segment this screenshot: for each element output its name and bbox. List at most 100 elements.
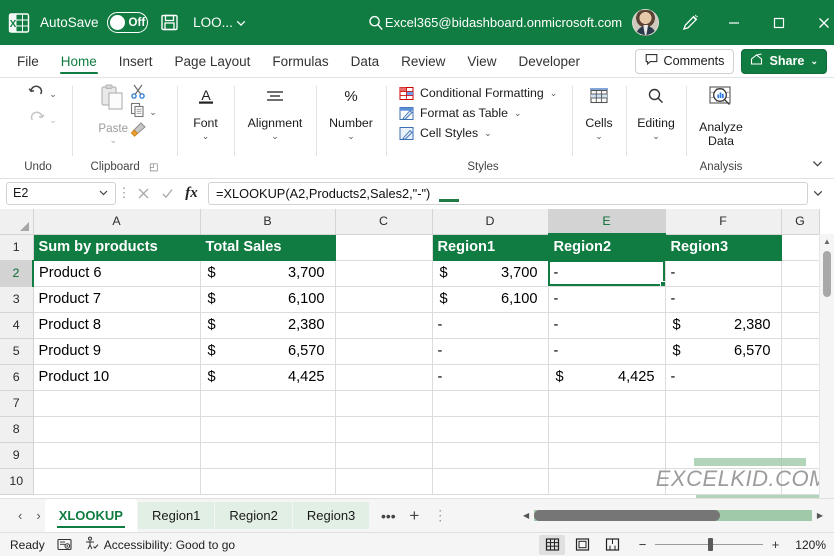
cell-e7[interactable] [548,390,666,417]
hscroll-left-arrow-icon[interactable]: ◀ [518,511,534,520]
undo-button[interactable]: ⌄ [27,82,57,106]
confirm-check-icon[interactable] [160,186,175,201]
cell-b2[interactable]: $3,700 [200,260,336,287]
sheet-tab-xlookup[interactable]: XLOOKUP [44,499,137,532]
paste-button[interactable]: Paste ⌄ [98,82,128,146]
hscroll-right-arrow-icon[interactable]: ▶ [812,511,828,520]
cell-a9[interactable] [33,442,201,469]
cell-d6[interactable]: - [432,364,549,391]
cells-button[interactable]: Cells ⌄ [573,82,625,141]
record-macro-icon[interactable] [57,537,72,552]
cell-g7[interactable] [781,390,820,417]
tab-developer[interactable]: Developer [507,45,591,77]
tab-file[interactable]: File [6,45,50,77]
select-all-corner[interactable] [0,209,34,235]
horizontal-scrollbar[interactable]: ◀ ▶ [512,499,834,532]
row-header-6[interactable]: 6 [0,364,34,391]
analyze-data-button[interactable]: Analyze Data [691,82,751,149]
column-header-a[interactable]: A [33,209,201,235]
cell-a2[interactable]: Product 6 [33,260,201,287]
cell-a3[interactable]: Product 7 [33,286,201,313]
cell-c6[interactable] [335,364,433,391]
cell-d9[interactable] [432,442,549,469]
sheet-tab-region1[interactable]: Region1 [137,502,215,529]
row-header-3[interactable]: 3 [0,286,34,313]
cell-e2[interactable]: - [548,260,666,287]
cell-d10[interactable] [432,468,549,495]
cell-c4[interactable] [335,312,433,339]
cell-f8[interactable] [665,416,782,443]
cell-a7[interactable] [33,390,201,417]
cell-a10[interactable] [33,468,201,495]
editing-chevron-down-icon[interactable]: ⌄ [652,131,660,141]
cell-a8[interactable] [33,416,201,443]
cell-c7[interactable] [335,390,433,417]
cell-f7[interactable] [665,390,782,417]
sheet-tab-region3[interactable]: Region3 [292,502,370,529]
cell-d8[interactable] [432,416,549,443]
cell-c10[interactable] [335,468,433,495]
conditional-formatting-chevron-down-icon[interactable]: ⌄ [550,88,558,99]
tab-home[interactable]: Home [50,45,108,77]
vertical-scroll-thumb[interactable] [823,251,831,297]
alignment-button[interactable]: Alignment ⌄ [242,82,309,141]
cell-b9[interactable] [200,442,336,469]
zoom-slider[interactable] [655,537,763,551]
column-header-c[interactable]: C [335,209,433,235]
cell-e4[interactable]: - [548,312,666,339]
chevron-right-icon[interactable]: › [36,508,40,523]
file-name-chevron-down-icon[interactable] [235,10,247,36]
cell-c2[interactable] [335,260,433,287]
horizontal-scroll-track[interactable] [534,510,812,521]
row-header-4[interactable]: 4 [0,312,34,339]
formula-input[interactable]: =XLOOKUP(A2,Products2,Sales2,"-") [208,181,808,205]
tab-view[interactable]: View [456,45,507,77]
file-name[interactable]: LOO... [193,15,233,30]
cell-c3[interactable] [335,286,433,313]
number-button[interactable]: % Number ⌄ [323,82,379,141]
cell-f5[interactable]: $6,570 [665,338,782,365]
row-header-10[interactable]: 10 [0,468,34,495]
cell-c9[interactable] [335,442,433,469]
column-header-f[interactable]: F [665,209,782,235]
cell-styles-button[interactable]: Cell Styles ⌄ [394,123,498,143]
cell-a5[interactable]: Product 9 [33,338,201,365]
cell-g8[interactable] [781,416,820,443]
format-as-table-chevron-down-icon[interactable]: ⌄ [514,108,522,119]
format-as-table-button[interactable]: Format as Table ⌄ [394,103,528,123]
ribbon-collapse-chevron-down-icon[interactable] [808,154,826,172]
cell-g5[interactable] [781,338,820,365]
page-layout-icon[interactable] [569,535,595,555]
zoom-in-button[interactable]: + [770,537,781,552]
paste-chevron-down-icon[interactable]: ⌄ [109,135,117,146]
formula-bar-vertical-dots-icon[interactable]: ⋮ [116,185,132,201]
cell-e5[interactable]: - [548,338,666,365]
name-box[interactable]: E2 [6,181,116,205]
tab-insert[interactable]: Insert [108,45,164,77]
cell-b4[interactable]: $2,380 [200,312,336,339]
grid-view-icon[interactable] [539,534,565,555]
format-painter-button[interactable] [130,122,157,141]
cell-e3[interactable]: - [548,286,666,313]
tab-page-layout[interactable]: Page Layout [164,45,262,77]
cell-g1[interactable] [781,234,820,261]
tab-formulas[interactable]: Formulas [261,45,339,77]
column-header-b[interactable]: B [200,209,336,235]
row-header-5[interactable]: 5 [0,338,34,365]
formula-bar-expand-chevron-down-icon[interactable] [808,187,828,199]
scroll-up-arrow-icon[interactable]: ▲ [820,234,834,249]
zoom-level[interactable]: 120% [788,538,826,552]
cell-a6[interactable]: Product 10 [33,364,201,391]
cell-d1[interactable]: Region1 [432,234,549,261]
cell-c8[interactable] [335,416,433,443]
cell-f3[interactable]: - [665,286,782,313]
cell-e6[interactable]: $4,425 [548,364,666,391]
cell-f1[interactable]: Region3 [665,234,782,261]
zoom-out-button[interactable]: − [637,537,648,552]
ellipsis-icon[interactable]: ••• [376,499,400,532]
row-header-8[interactable]: 8 [0,416,34,443]
font-chevron-down-icon[interactable]: ⌄ [202,131,210,141]
cell-g3[interactable] [781,286,820,313]
cell-d4[interactable]: - [432,312,549,339]
editing-button[interactable]: Editing ⌄ [630,82,682,141]
